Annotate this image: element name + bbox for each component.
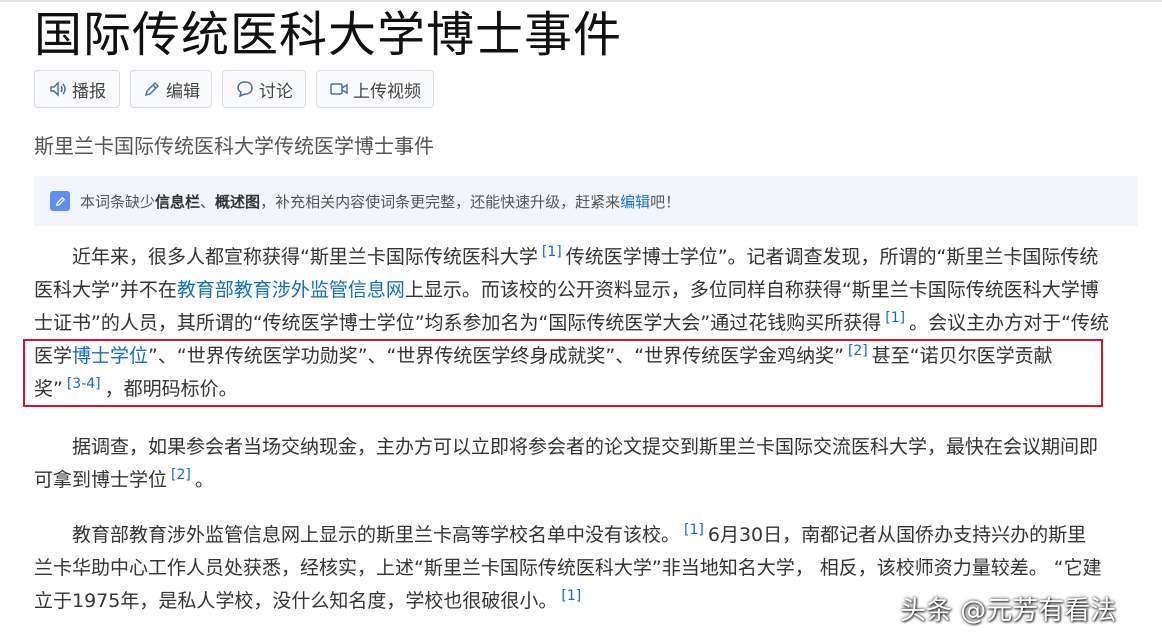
p1-line-2: 医科大学”并不在教育部教育涉外监管信息网上显示。而该校的公开资料显示，多位同样自… [34,275,1099,306]
notice-banner: 本词条缺少 信息栏、概述图 ，补充相关内容使词条更完整，还能快速升级，赶紧来 编辑 吧！ [34,176,1138,226]
p1-text: 士证书”的人员，其所谓的“传统医学博士学位”均系参加名为“国际传统医学大会”通过… [34,312,882,334]
discuss-button[interactable]: 讨论 [222,70,306,108]
p2-text: 可拿到博士学位 [34,469,168,491]
p1-line-1: 近年来，很多人都宣称获得“斯里兰卡国际传统医科大学 [1] 传统医学博士学位”。记者… [72,242,1098,275]
upload-video-label: 上传视频 [353,81,421,102]
p3-line-1: 教育部教育涉外监管信息网上显示的斯里兰卡高等学校名单中没有该校。 [1] 6月30日… [72,520,1086,553]
notice-text-1: 本词条缺少 [80,192,156,211]
citation-link[interactable]: [1] [538,244,566,260]
citation-link[interactable]: [2] [167,467,195,483]
broadcast-button[interactable]: 播报 [34,70,120,108]
p2-line-2: 可拿到博士学位 [2]。 [34,465,214,498]
p3-line-3: 立于1975年，是私人学校，没什么知名度，学校也很破很小。 [1] [34,586,585,619]
pencil-icon [144,81,160,97]
page-subtitle: 斯里兰卡国际传统医科大学传统医学博士事件 [34,134,434,158]
notice-text-3: 吧！ [650,192,681,211]
notice-bold-overview: 概述图 [215,192,261,211]
p2-text: 。 [194,469,214,491]
notice-edit-link[interactable]: 编辑 [620,191,650,212]
paragraph-2: 据调查，如果参会者当场交纳现金，主办方可以立即将参会者的论文提交到斯里兰卡国际交… [34,432,1138,498]
p1-line-3: 士证书”的人员，其所谓的“传统医学博士学位”均系参加名为“国际传统医学大会”通过… [34,308,1109,341]
p1-text: 医科大学”并不在 [34,279,177,301]
edit-button[interactable]: 编辑 [130,70,212,108]
notice-bold-infobox: 信息栏 [155,192,201,211]
p3-text: 立于1975年，是私人学校，没什么知名度，学校也很破很小。 [34,590,558,612]
citation-link[interactable]: [1] [680,522,708,538]
edit-label: 编辑 [166,81,200,102]
edit-note-icon [50,191,70,211]
broadcast-label: 播报 [72,81,106,102]
citation-link[interactable]: [1] [557,588,585,604]
upload-video-button[interactable]: 上传视频 [316,70,434,108]
notice-text-2: ，补充相关内容使词条更完整，还能快速升级，赶紧来 [260,192,621,211]
p1-text: 。会议主办方对于“传统 [909,312,1109,334]
highlight-box [23,339,1103,407]
watermark: 头条 @元芳有看法 [900,596,1117,626]
speaker-icon [50,81,66,97]
p3-line-2: 兰卡华助中心工作人员处获悉，经核实，上述“斯里兰卡国际传统医科大学”非当地知名大… [34,557,1102,579]
video-camera-icon [330,83,348,95]
chat-bubble-icon [237,81,253,98]
discuss-label: 讨论 [259,81,293,102]
p2-line-1: 据调查，如果参会者当场交纳现金，主办方可以立即将参会者的论文提交到斯里兰卡国际交… [72,436,1099,458]
p1-text: 上显示。而该校的公开资料显示，多位同样自称获得“斯里兰卡国际传统医科大学博 [404,279,1099,301]
p1-text: 近年来，很多人都宣称获得“斯里兰卡国际传统医科大学 [72,246,538,268]
moe-monitoring-link[interactable]: 教育部教育涉外监管信息网 [177,279,405,301]
p3-text: 教育部教育涉外监管信息网上显示的斯里兰卡高等学校名单中没有该校。 [72,524,681,546]
page-title: 国际传统医科大学博士事件 [34,7,623,63]
notice-sep: 、 [200,192,216,211]
p3-text: 6月30日，南都记者从国侨办支持兴办的斯里 [707,524,1087,546]
p1-text: 传统医学博士学位”。记者调查发现，所谓的“斯里兰卡国际传统 [565,246,1099,268]
citation-link[interactable]: [1] [881,310,909,326]
